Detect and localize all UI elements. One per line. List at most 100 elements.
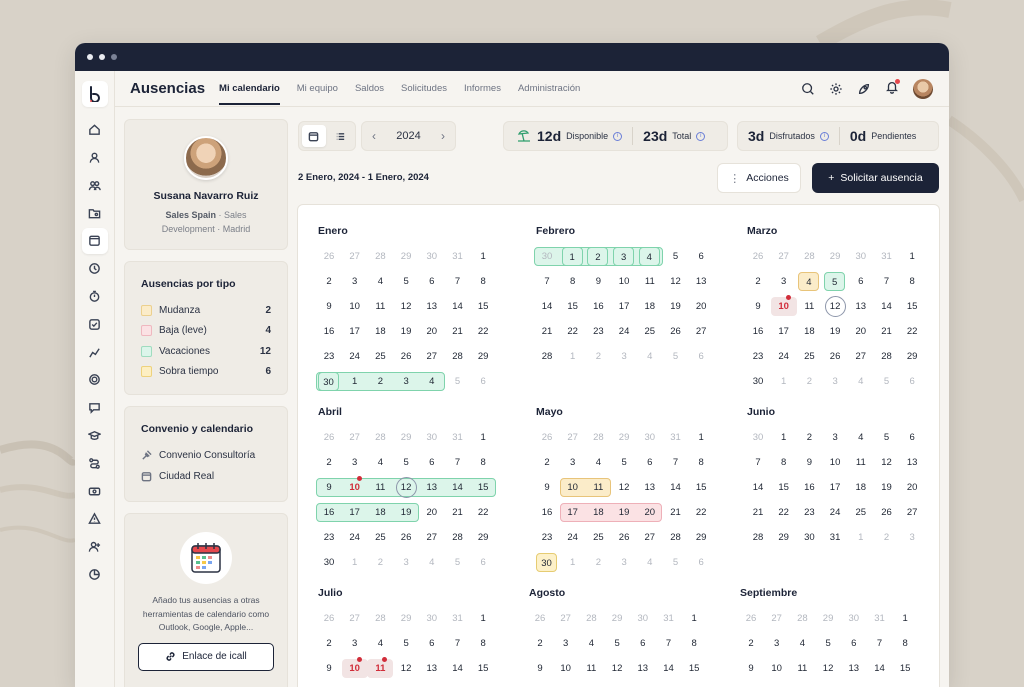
- calendar-day[interactable]: 26: [393, 528, 419, 547]
- calendar-day[interactable]: 12: [604, 659, 630, 678]
- calendar-day[interactable]: 26: [738, 609, 764, 628]
- calendar-day[interactable]: 30: [745, 428, 771, 447]
- calendar-day[interactable]: 6: [899, 372, 925, 391]
- calendar-day[interactable]: 18: [367, 322, 393, 341]
- calendar-day[interactable]: 8: [899, 272, 925, 291]
- calendar-day[interactable]: 7: [445, 453, 471, 472]
- calendar-day[interactable]: 12: [393, 297, 419, 316]
- rail-folder-user-button[interactable]: [82, 200, 108, 226]
- chevron-left-icon[interactable]: ‹: [372, 129, 376, 143]
- rail-user-button[interactable]: [82, 145, 108, 171]
- calendar-day[interactable]: 10: [553, 659, 579, 678]
- calendar-day[interactable]: 13: [899, 453, 925, 472]
- calendar-day[interactable]: 30: [745, 372, 771, 391]
- calendar-day[interactable]: 2: [367, 553, 393, 572]
- calendar-day[interactable]: 15: [688, 478, 714, 497]
- calendar-day[interactable]: 3: [393, 372, 419, 391]
- search-icon[interactable]: [801, 82, 815, 96]
- calendar-day[interactable]: 18: [585, 503, 611, 522]
- calendar-day[interactable]: 10: [341, 657, 368, 678]
- calendar-day[interactable]: 5: [393, 453, 419, 472]
- calendar-day[interactable]: 5: [815, 634, 841, 653]
- calendar-day[interactable]: 1: [848, 528, 874, 547]
- calendar-day[interactable]: 13: [637, 478, 663, 497]
- calendar-day[interactable]: 15: [470, 478, 496, 497]
- calendar-day[interactable]: 2: [527, 634, 553, 653]
- info-icon[interactable]: i: [819, 131, 829, 141]
- calendar-day[interactable]: 19: [611, 503, 637, 522]
- calendar-day[interactable]: 26: [663, 322, 689, 341]
- rail-alert-button[interactable]: [82, 506, 108, 532]
- calendar-day[interactable]: 20: [419, 322, 445, 341]
- calendar-day[interactable]: 4: [637, 347, 663, 366]
- rail-calendar-button[interactable]: [81, 227, 108, 254]
- calendar-day[interactable]: 5: [663, 347, 689, 366]
- calendar-day[interactable]: 20: [899, 478, 925, 497]
- calendar-day[interactable]: 16: [796, 478, 822, 497]
- calendar-day[interactable]: 28: [745, 528, 771, 547]
- calendar-day[interactable]: 26: [316, 609, 342, 628]
- calendar-day[interactable]: 12: [611, 478, 637, 497]
- calendar-day[interactable]: 17: [822, 478, 848, 497]
- calendar-day[interactable]: 20: [688, 297, 714, 316]
- rail-users-button[interactable]: [82, 172, 108, 198]
- calendar-day[interactable]: 14: [867, 659, 893, 678]
- calendar-day[interactable]: 25: [796, 347, 822, 366]
- calendar-day[interactable]: 13: [419, 659, 445, 678]
- calendar-day[interactable]: 9: [527, 659, 553, 678]
- calendar-day[interactable]: 8: [470, 634, 496, 653]
- calendar-day[interactable]: 26: [393, 347, 419, 366]
- tab-mi-equipo[interactable]: Mi equipo: [297, 72, 338, 105]
- calendar-day[interactable]: 26: [822, 347, 848, 366]
- calendar-day[interactable]: 2: [587, 247, 609, 266]
- calendar-day[interactable]: 19: [874, 478, 900, 497]
- calendar-day[interactable]: 11: [578, 659, 604, 678]
- calendar-day[interactable]: 1: [470, 247, 496, 266]
- calendar-day[interactable]: 21: [745, 503, 771, 522]
- calendar-day[interactable]: 2: [316, 272, 342, 291]
- calendar-day[interactable]: 26: [611, 528, 637, 547]
- calendar-day[interactable]: 26: [534, 428, 560, 447]
- calendar-day[interactable]: 13: [688, 272, 714, 291]
- calendar-day[interactable]: 1: [561, 247, 583, 266]
- calendar-day[interactable]: 31: [445, 609, 471, 628]
- calendar-day[interactable]: 29: [393, 247, 419, 266]
- calendar-day[interactable]: 29: [771, 528, 797, 547]
- calendar-day[interactable]: 14: [874, 297, 900, 316]
- calendar-day[interactable]: 2: [585, 347, 611, 366]
- calendar-day[interactable]: 29: [611, 428, 637, 447]
- calendar-day[interactable]: 1: [892, 609, 918, 628]
- calendar-day[interactable]: 5: [393, 272, 419, 291]
- calendar-day[interactable]: 6: [470, 372, 496, 391]
- calendar-day[interactable]: 21: [445, 322, 471, 341]
- calendar-day[interactable]: 1: [771, 428, 797, 447]
- calendar-day[interactable]: 30: [637, 428, 663, 447]
- calendar-day[interactable]: 18: [796, 322, 822, 341]
- calendar-day[interactable]: 30: [841, 609, 867, 628]
- calendar-day[interactable]: 11: [796, 297, 822, 316]
- calendar-day[interactable]: 16: [534, 503, 560, 522]
- calendar-day[interactable]: 4: [848, 428, 874, 447]
- calendar-day[interactable]: 15: [470, 297, 496, 316]
- calendar-day[interactable]: 28: [367, 609, 393, 628]
- calendar-day[interactable]: 30: [796, 528, 822, 547]
- calendar-day[interactable]: 29: [688, 528, 714, 547]
- calendar-day[interactable]: 28: [789, 609, 815, 628]
- calendar-day[interactable]: 23: [585, 322, 611, 341]
- calendar-day[interactable]: 25: [367, 528, 393, 547]
- calendar-day[interactable]: 24: [771, 347, 797, 366]
- rail-route-button[interactable]: [82, 450, 108, 476]
- calendar-day[interactable]: 3: [342, 453, 368, 472]
- calendar-day[interactable]: 6: [419, 634, 445, 653]
- calendar-day[interactable]: 3: [393, 553, 419, 572]
- calendar-day[interactable]: 2: [874, 528, 900, 547]
- calendar-day[interactable]: 20: [848, 322, 874, 341]
- calendar-day[interactable]: 3: [611, 553, 637, 572]
- calendar-day[interactable]: 27: [342, 428, 368, 447]
- calendar-day[interactable]: 11: [637, 272, 663, 291]
- calendar-day[interactable]: 6: [841, 634, 867, 653]
- calendar-day[interactable]: 9: [745, 297, 771, 316]
- chevron-right-icon[interactable]: ›: [441, 129, 445, 143]
- calendar-day[interactable]: 15: [899, 297, 925, 316]
- calendar-day[interactable]: 23: [796, 503, 822, 522]
